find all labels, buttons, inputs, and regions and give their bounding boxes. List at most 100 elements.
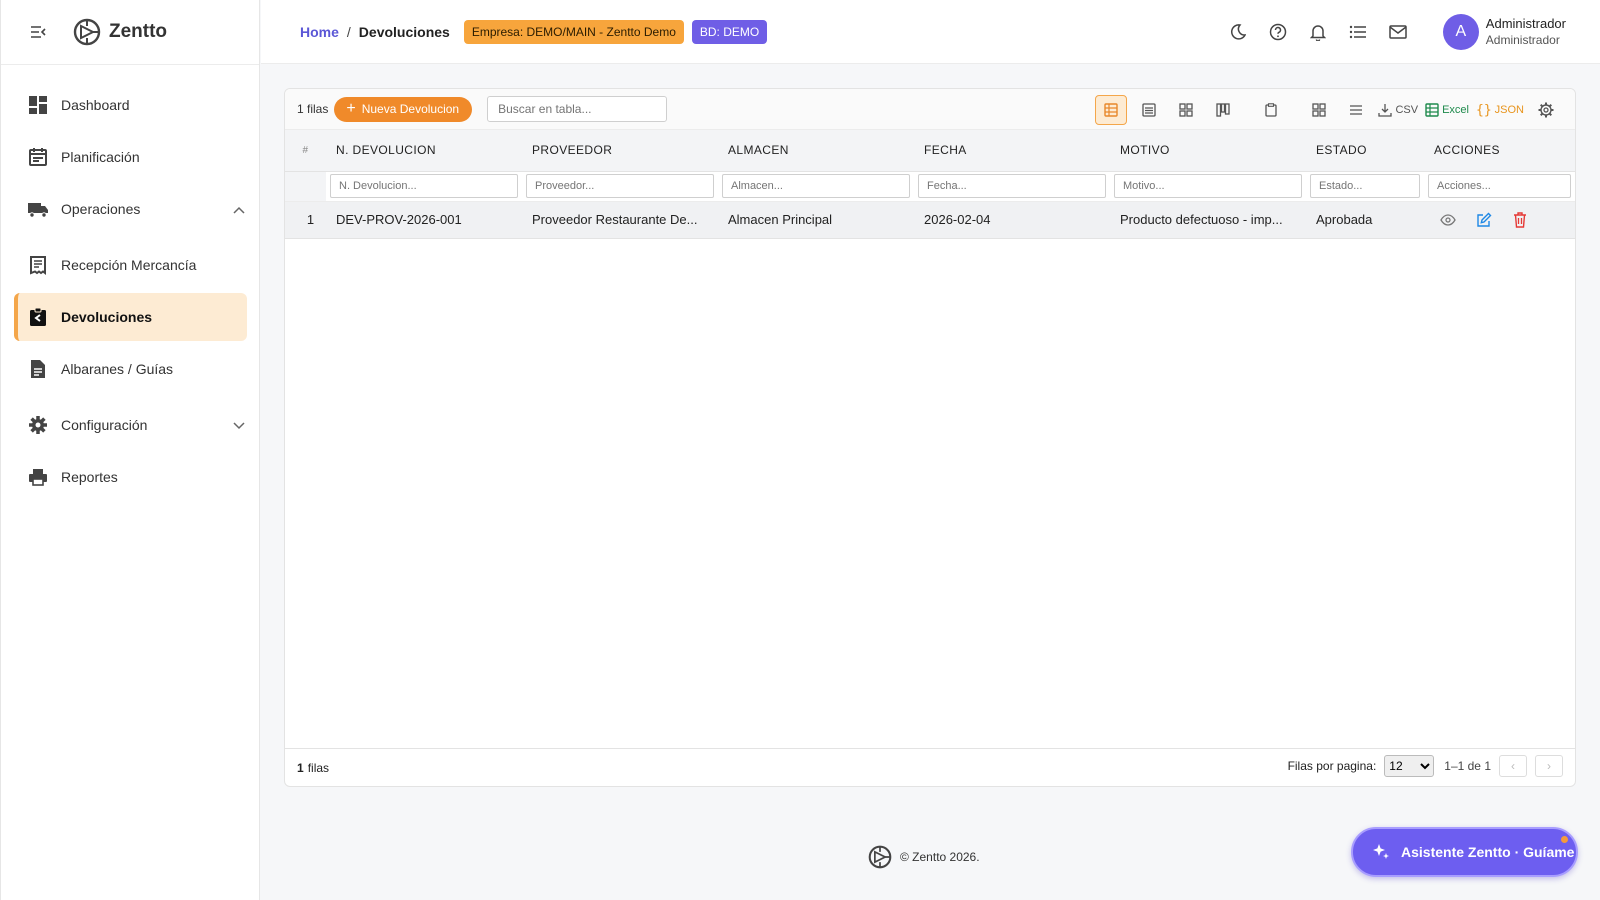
download-icon	[1378, 104, 1393, 117]
cell-estado: Aprobada	[1306, 201, 1424, 239]
filter-proveedor-input[interactable]	[526, 174, 714, 198]
new-devolucion-button[interactable]: + Nueva Devolucion	[334, 96, 473, 122]
breadcrumb-home-link[interactable]: Home	[300, 24, 339, 40]
prev-page-button[interactable]: ‹	[1499, 755, 1527, 777]
filter-motivo-input[interactable]	[1114, 174, 1302, 198]
excel-label: Excel	[1442, 104, 1469, 116]
sidebar-item-planificacion[interactable]: Planificación	[14, 133, 247, 181]
sidebar-item-devoluciones[interactable]: Devoluciones	[14, 293, 247, 341]
filter-index-cell	[285, 171, 326, 202]
assistant-label: Asistente Zentto · Guíame	[1401, 844, 1575, 860]
zentto-logo-icon	[868, 845, 892, 869]
collapse-sidebar-icon[interactable]	[27, 21, 49, 43]
table-footer: 1 filas Filas por pagina: 12 1–1 de 1 ‹ …	[285, 748, 1575, 786]
database-badge: BD: DEMO	[691, 19, 768, 44]
sidebar-item-recepcion-mercancia[interactable]: Recepción Mercancía	[14, 241, 247, 289]
logo: Zentto	[73, 18, 167, 46]
sidebar-nav: Dashboard Planificación Operaciones Rece…	[1, 65, 259, 501]
clipboard-icon[interactable]	[1256, 95, 1286, 125]
export-json-button[interactable]: {} JSON	[1476, 95, 1524, 125]
column-header-proveedor[interactable]: PROVEEDOR	[522, 130, 718, 172]
settings-gear-icon[interactable]	[1531, 95, 1561, 125]
sidebar-item-label: Dashboard	[61, 97, 130, 113]
csv-label: CSV	[1395, 104, 1419, 116]
chevron-up-icon	[233, 201, 245, 217]
column-header-estado[interactable]: ESTADO	[1306, 130, 1424, 172]
list-view-icon[interactable]	[1134, 95, 1164, 125]
sidebar-item-configuracion[interactable]: Configuración	[14, 401, 247, 449]
table-header-row: # N. DEVOLUCION PROVEEDOR ALMACEN FECHA …	[285, 130, 1575, 172]
cell-acciones	[1424, 201, 1575, 239]
columns-icon[interactable]	[1304, 95, 1334, 125]
gear-icon	[27, 414, 49, 436]
column-header-fecha[interactable]: FECHA	[914, 130, 1110, 172]
cell-almacen: Almacen Principal	[718, 201, 914, 239]
page-footer: © Zentto 2026.	[868, 845, 980, 869]
filter-estado-input[interactable]	[1310, 174, 1420, 198]
top-header: Home / Devoluciones Empresa: DEMO/MAIN -…	[261, 0, 1600, 64]
brand-name: Zentto	[109, 21, 168, 42]
rows-per-page-select[interactable]: 12	[1384, 755, 1435, 777]
user-name: Administrador	[1485, 16, 1566, 31]
truck-icon	[27, 198, 49, 220]
devoluciones-table: # N. DEVOLUCION PROVEEDOR ALMACEN FECHA …	[285, 130, 1575, 239]
braces-icon: {}	[1476, 102, 1492, 118]
new-devolucion-label: Nueva Devolucion	[361, 102, 460, 116]
page-range: 1–1 de 1	[1444, 759, 1491, 773]
column-header-motivo[interactable]: MOTIVO	[1110, 130, 1306, 172]
zentto-logo-icon	[73, 18, 101, 46]
row-actions	[1434, 210, 1575, 230]
assistant-button[interactable]: Asistente Zentto · Guíame	[1351, 827, 1578, 877]
breadcrumb-current: Devoluciones	[358, 23, 450, 40]
mail-icon[interactable]	[1386, 20, 1410, 44]
json-label: JSON	[1494, 104, 1524, 116]
column-header-acciones[interactable]: ACCIONES	[1424, 130, 1575, 172]
notification-dot	[1561, 836, 1568, 843]
kanban-view-icon[interactable]	[1208, 95, 1238, 125]
avatar: A	[1442, 14, 1479, 50]
bell-icon[interactable]	[1306, 20, 1330, 44]
column-header-almacen[interactable]: ALMACEN	[718, 130, 914, 172]
user-menu[interactable]: A Administrador Administrador	[1442, 14, 1566, 50]
sidebar-item-operaciones[interactable]: Operaciones	[14, 185, 247, 233]
table-toolbar: 1 filas + Nueva Devolucion CSV Excel {}	[285, 89, 1575, 130]
list-icon[interactable]	[1346, 20, 1370, 44]
header-actions	[1226, 20, 1410, 44]
cell-proveedor: Proveedor Restaurante De...	[522, 201, 718, 239]
sidebar-item-albaranes-guias[interactable]: Albaranes / Guías	[14, 345, 247, 393]
grid-view-icon[interactable]	[1171, 95, 1201, 125]
sidebar-item-label: Recepción Mercancía	[61, 257, 197, 273]
eye-icon[interactable]	[1438, 210, 1458, 230]
trash-icon[interactable]	[1510, 210, 1530, 230]
filter-fecha-input[interactable]	[918, 174, 1106, 198]
rows-per-page-label: Filas por pagina:	[1287, 759, 1377, 773]
help-icon[interactable]	[1266, 20, 1290, 44]
moon-icon[interactable]	[1226, 20, 1250, 44]
column-header-numero[interactable]: N. DEVOLUCION	[326, 130, 522, 172]
document-icon	[27, 358, 49, 380]
density-icon[interactable]	[1341, 95, 1371, 125]
sidebar-item-label: Configuración	[61, 417, 148, 433]
spreadsheet-icon	[1425, 103, 1439, 117]
sidebar-item-label: Planificación	[61, 149, 140, 165]
sparkle-icon	[1373, 844, 1389, 859]
user-role: Administrador	[1485, 33, 1560, 47]
next-page-button[interactable]: ›	[1535, 755, 1563, 777]
table-row[interactable]: 1 DEV-PROV-2026-001 Proveedor Restaurant…	[285, 201, 1575, 239]
footer-rows-word: filas	[307, 760, 330, 775]
user-info: Administrador Administrador	[1486, 16, 1566, 48]
pagination: Filas por pagina: 12 1–1 de 1 ‹ ›	[1288, 755, 1563, 777]
table-view-icon[interactable]	[1095, 95, 1128, 125]
plus-icon: +	[346, 100, 356, 117]
sidebar-item-dashboard[interactable]: Dashboard	[14, 81, 247, 129]
export-excel-button[interactable]: Excel	[1425, 95, 1469, 125]
table-search-input[interactable]	[487, 96, 668, 122]
filter-acciones-input[interactable]	[1428, 174, 1571, 198]
edit-icon[interactable]	[1474, 210, 1494, 230]
sidebar-item-reportes[interactable]: Reportes	[14, 453, 247, 501]
export-csv-button[interactable]: CSV	[1378, 95, 1418, 125]
sidebar-item-label: Devoluciones	[61, 309, 153, 325]
filter-numero-input[interactable]	[330, 174, 518, 198]
copyright-text: © Zentto 2026.	[900, 850, 980, 864]
filter-almacen-input[interactable]	[722, 174, 910, 198]
